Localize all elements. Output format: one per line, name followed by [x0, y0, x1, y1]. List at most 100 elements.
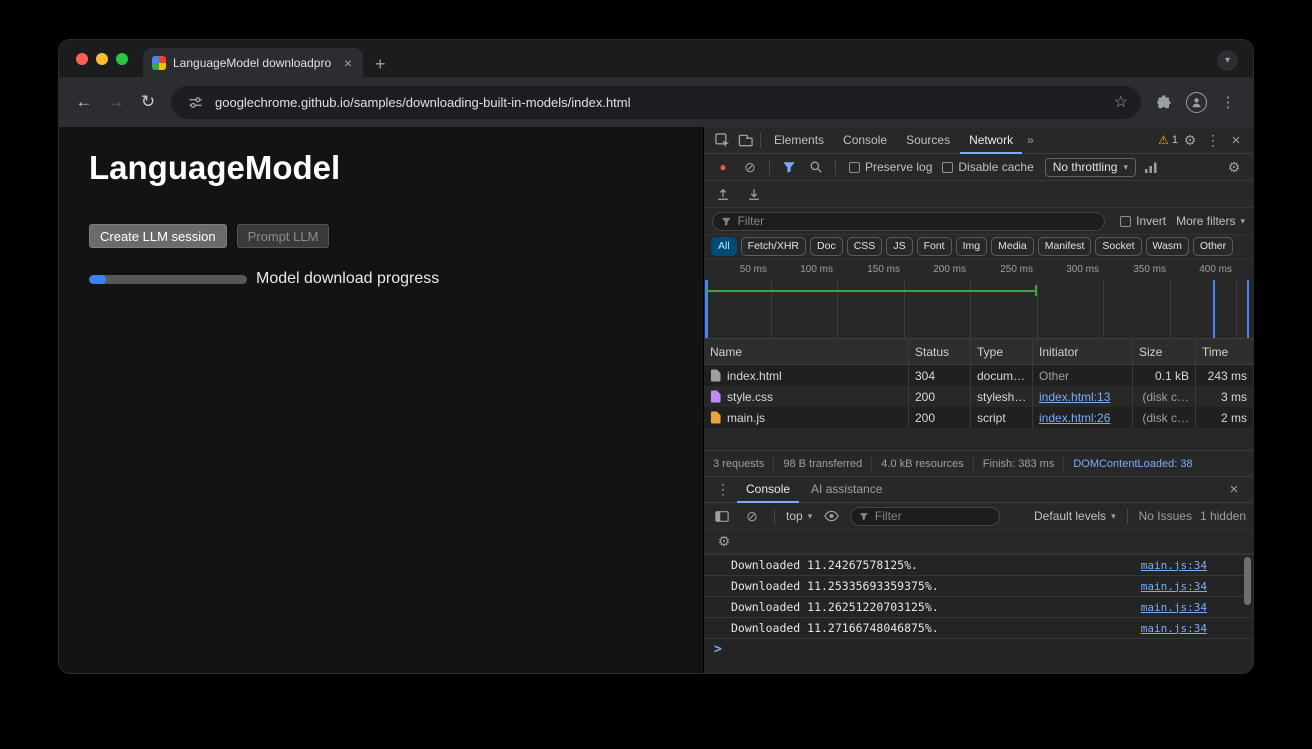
zoom-window-button[interactable]: [116, 53, 128, 65]
tab-console[interactable]: Console: [834, 127, 896, 154]
disable-cache-checkbox[interactable]: [942, 162, 953, 173]
chip-img[interactable]: Img: [956, 237, 988, 256]
throttling-dropdown[interactable]: No throttling ▾: [1045, 158, 1136, 177]
request-status: 304: [909, 365, 971, 386]
record-network-log-button[interactable]: ●: [712, 157, 734, 177]
hidden-messages-count[interactable]: 1 hidden: [1200, 509, 1246, 523]
chip-socket[interactable]: Socket: [1095, 237, 1141, 256]
devtools-menu-kebab-icon[interactable]: ⋮: [1202, 130, 1224, 150]
reload-button[interactable]: ↻: [133, 87, 163, 117]
profile-avatar[interactable]: [1181, 87, 1211, 117]
search-icon[interactable]: [805, 157, 827, 177]
summary-transferred: 98 B transferred: [774, 458, 872, 470]
log-levels-dropdown[interactable]: Default levels ▾: [1034, 509, 1116, 523]
column-header-time[interactable]: Time: [1196, 339, 1253, 364]
console-settings-gear-icon[interactable]: ⚙: [713, 532, 735, 552]
clear-console-icon[interactable]: ⊘: [741, 506, 763, 526]
chip-all[interactable]: All: [711, 237, 737, 256]
chip-js[interactable]: JS: [886, 237, 912, 256]
prompt-llm-button[interactable]: Prompt LLM: [237, 224, 330, 248]
tab-network[interactable]: Network: [960, 127, 1022, 154]
chip-manifest[interactable]: Manifest: [1038, 237, 1092, 256]
column-header-initiator[interactable]: Initiator: [1033, 339, 1133, 364]
more-filters-dropdown[interactable]: More filters ▾: [1176, 214, 1245, 228]
chip-font[interactable]: Font: [917, 237, 952, 256]
table-row[interactable]: index.html 304 docum… Other 0.1 kB 243 m…: [704, 365, 1253, 386]
inspect-element-icon[interactable]: [711, 130, 733, 150]
console-source-link[interactable]: main.js:34: [1141, 601, 1207, 614]
export-har-icon[interactable]: [743, 184, 765, 204]
chip-wasm[interactable]: Wasm: [1146, 237, 1189, 256]
forward-button[interactable]: →: [101, 87, 131, 117]
network-filter-input[interactable]: [738, 214, 1097, 228]
browser-menu-kebab-icon[interactable]: ⋮: [1213, 87, 1243, 117]
drawer-menu-kebab-icon[interactable]: ⋮: [712, 480, 734, 500]
timeline-tick: 400 ms: [1176, 264, 1232, 275]
back-button[interactable]: ←: [69, 87, 99, 117]
console-prompt[interactable]: >: [704, 638, 1253, 660]
device-toolbar-icon[interactable]: [734, 130, 756, 150]
network-toolbar: ● ⊘ Preserve log Disable cache: [704, 154, 1253, 181]
issues-status[interactable]: No Issues: [1139, 509, 1192, 523]
initiator-link[interactable]: index.html:13: [1039, 390, 1110, 404]
console-toolbar: ⊘ top ▾ Default levels: [704, 503, 1253, 530]
request-time: 2 ms: [1196, 407, 1253, 428]
devtools-close-icon[interactable]: ×: [1225, 130, 1247, 150]
new-tab-button[interactable]: +: [375, 55, 386, 73]
chip-css[interactable]: CSS: [847, 237, 883, 256]
chip-doc[interactable]: Doc: [810, 237, 843, 256]
console-filter-input[interactable]: [875, 509, 991, 523]
console-sidebar-toggle-icon[interactable]: [711, 506, 733, 526]
tab-sources[interactable]: Sources: [897, 127, 959, 154]
tab-elements[interactable]: Elements: [765, 127, 833, 154]
table-row[interactable]: main.js 200 script index.html:26 (disk c…: [704, 407, 1253, 428]
live-expression-eye-icon[interactable]: [820, 506, 842, 526]
column-header-type[interactable]: Type: [971, 339, 1033, 364]
issues-indicator[interactable]: ⚠ 1: [1158, 133, 1178, 147]
bookmark-star-icon[interactable]: ☆: [1114, 92, 1128, 112]
chip-fetch-xhr[interactable]: Fetch/XHR: [741, 237, 806, 256]
tab-close-icon[interactable]: ×: [342, 56, 354, 70]
minimize-window-button[interactable]: [96, 53, 108, 65]
network-conditions-icon[interactable]: [1141, 157, 1163, 177]
divider: [769, 160, 770, 175]
timeline-gridline: [904, 280, 905, 338]
create-llm-session-button[interactable]: Create LLM session: [89, 224, 227, 248]
console-source-link[interactable]: main.js:34: [1141, 559, 1207, 572]
filter-funnel-icon[interactable]: [778, 157, 800, 177]
console-scrollbar[interactable]: [1244, 557, 1251, 605]
tab-search-button[interactable]: ▾: [1217, 50, 1238, 71]
column-header-status[interactable]: Status: [909, 339, 971, 364]
devtools-settings-gear-icon[interactable]: ⚙: [1179, 130, 1201, 150]
network-overview-timeline[interactable]: 50 ms 100 ms 150 ms 200 ms 250 ms 300 ms…: [704, 259, 1253, 339]
extensions-puzzle-icon[interactable]: [1149, 87, 1179, 117]
browser-tab[interactable]: LanguageModel downloadpro ×: [143, 48, 363, 77]
clear-network-log-icon[interactable]: ⊘: [739, 157, 761, 177]
close-window-button[interactable]: [76, 53, 88, 65]
timeline-tick: 200 ms: [910, 264, 966, 275]
request-status: 200: [909, 386, 971, 407]
chip-media[interactable]: Media: [991, 237, 1034, 256]
drawer-close-icon[interactable]: ×: [1223, 480, 1245, 500]
invert-checkbox[interactable]: [1120, 216, 1131, 227]
column-header-size[interactable]: Size: [1133, 339, 1196, 364]
url-text: googlechrome.github.io/samples/downloadi…: [215, 95, 1105, 110]
timeline-tick: 50 ms: [711, 264, 767, 275]
console-source-link[interactable]: main.js:34: [1141, 622, 1207, 635]
tab-strip: LanguageModel downloadpro × + ▾: [59, 40, 1253, 77]
network-settings-gear-icon[interactable]: ⚙: [1223, 157, 1245, 177]
console-source-link[interactable]: main.js:34: [1141, 580, 1207, 593]
site-settings-icon[interactable]: [184, 92, 206, 112]
preserve-log-checkbox[interactable]: [849, 162, 860, 173]
chip-other[interactable]: Other: [1193, 237, 1233, 256]
more-tabs-icon[interactable]: »: [1023, 133, 1038, 147]
javascript-context-dropdown[interactable]: top ▾: [786, 509, 812, 523]
initiator-link[interactable]: index.html:26: [1039, 411, 1110, 425]
column-header-name[interactable]: Name: [704, 339, 909, 364]
drawer-tab-ai-assistance[interactable]: AI assistance: [802, 477, 891, 503]
import-har-icon[interactable]: [712, 184, 734, 204]
request-name: index.html: [704, 365, 909, 386]
table-row[interactable]: style.css 200 stylesh… index.html:13 (di…: [704, 386, 1253, 407]
drawer-tab-console[interactable]: Console: [737, 477, 799, 503]
address-bar[interactable]: googlechrome.github.io/samples/downloadi…: [171, 86, 1141, 119]
